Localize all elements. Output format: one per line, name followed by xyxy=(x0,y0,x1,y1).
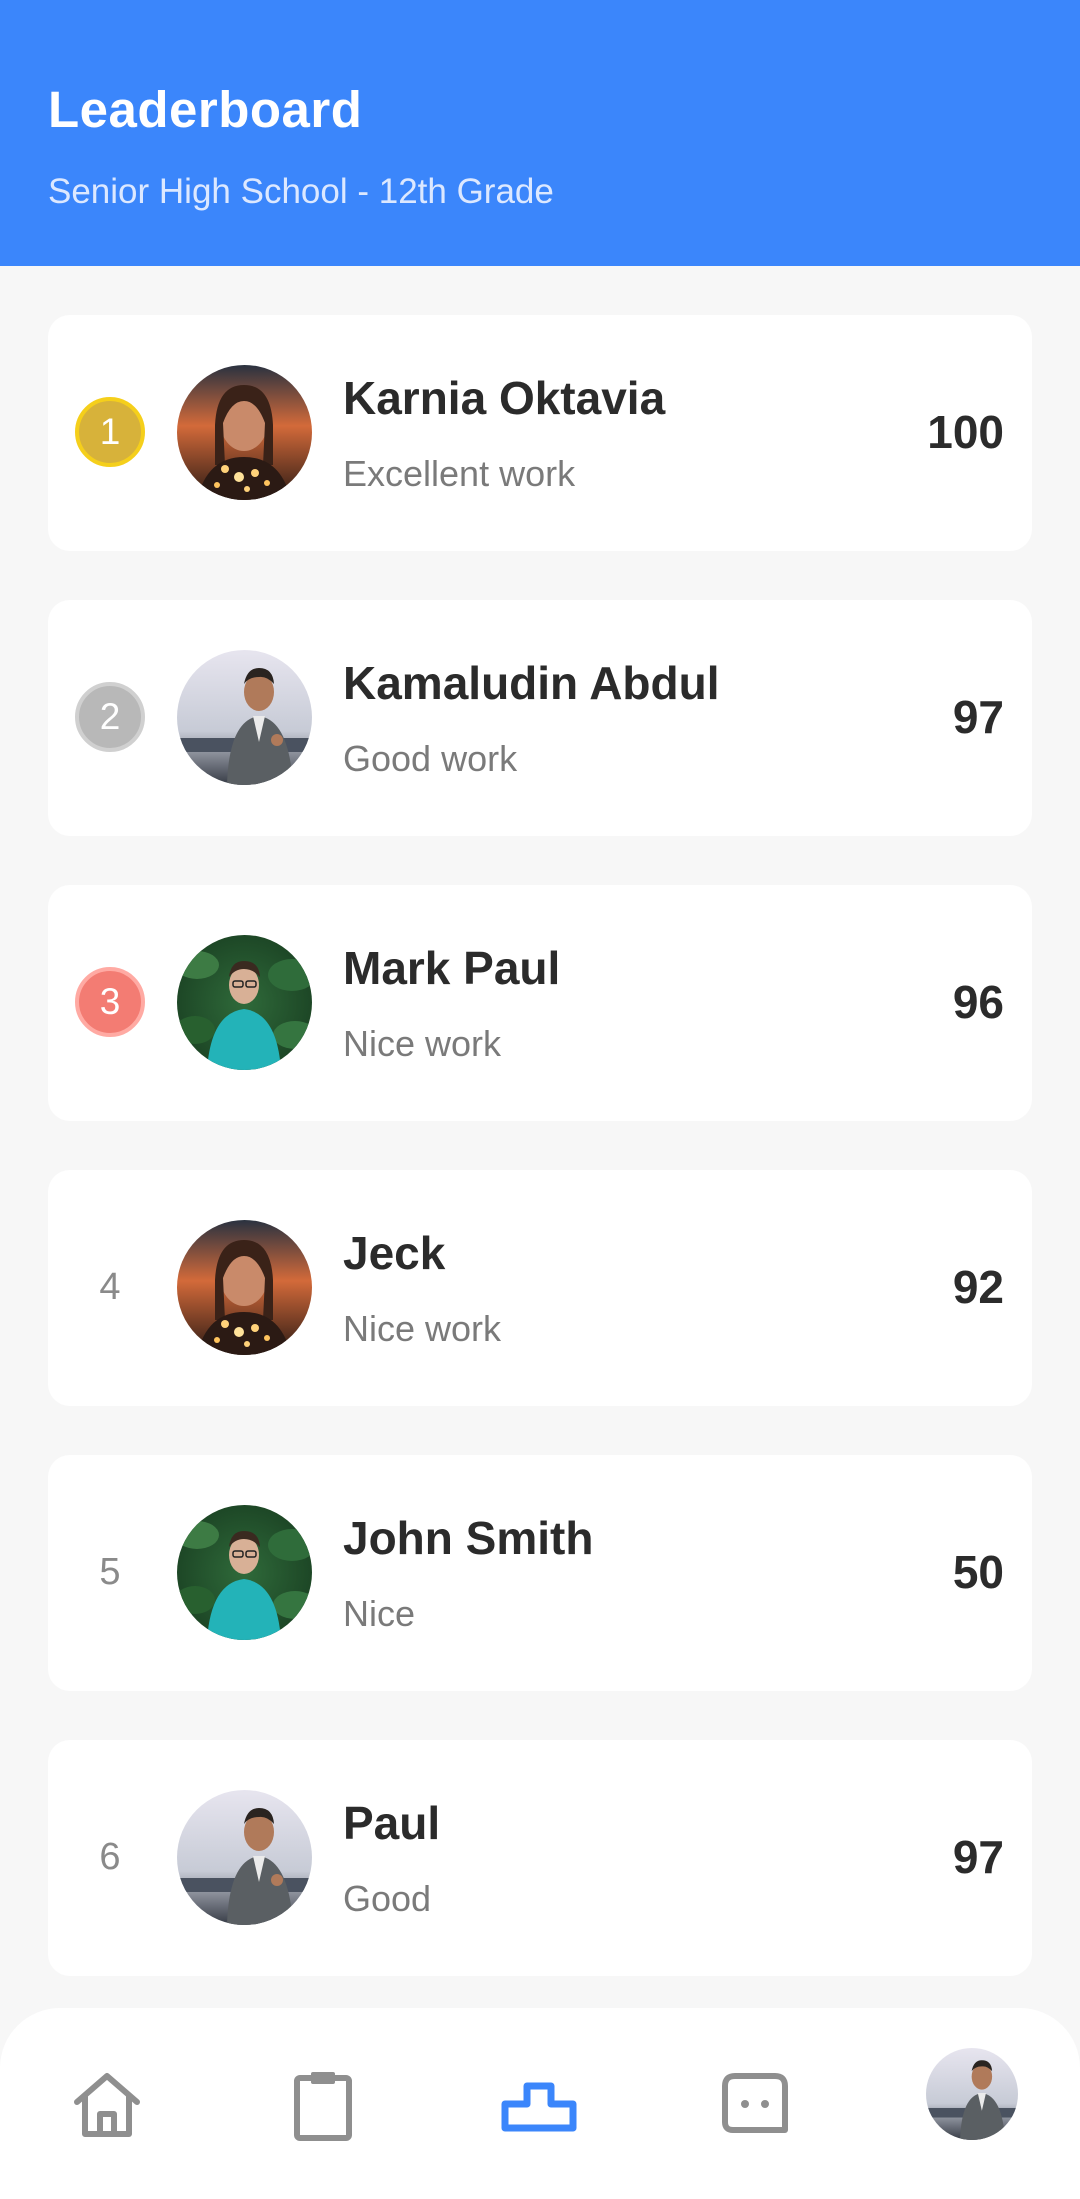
rank-number: 1 xyxy=(99,411,121,452)
rank-badge-bronze: 3 xyxy=(75,967,145,1037)
rank-number-plain: 4 xyxy=(75,1252,145,1322)
student-score: 96 xyxy=(952,976,1004,1028)
student-comment: Good work xyxy=(343,738,518,779)
student-score: 100 xyxy=(927,406,1004,458)
student-name: Kamaludin Abdul xyxy=(343,657,720,709)
avatar xyxy=(177,1790,312,1925)
podium-icon xyxy=(501,2082,577,2132)
student-name: Jeck xyxy=(343,1227,446,1279)
student-score: 92 xyxy=(952,1261,1004,1313)
rank-number: 2 xyxy=(99,696,121,737)
nav-home[interactable] xyxy=(59,2056,155,2152)
leaderboard-row[interactable]: 3 Mark Paul Nice work 96 xyxy=(48,885,1032,1121)
nav-tasks[interactable] xyxy=(275,2056,371,2152)
clipboard-icon xyxy=(294,2072,352,2141)
page-title: Leaderboard xyxy=(48,81,363,138)
rank-number: 5 xyxy=(99,1550,121,1593)
rank-number: 6 xyxy=(99,1835,121,1878)
home-icon xyxy=(74,2073,140,2137)
student-name: Paul xyxy=(343,1797,441,1849)
student-score: 97 xyxy=(952,691,1004,743)
avatar xyxy=(177,1220,312,1355)
leaderboard-row[interactable]: 1 Karnia Oktavia Excellent work 100 xyxy=(48,315,1032,551)
nav-leaderboard[interactable] xyxy=(491,2056,587,2152)
rank-number-plain: 5 xyxy=(75,1537,145,1607)
profile-avatar[interactable] xyxy=(926,2048,1018,2140)
student-comment: Nice xyxy=(343,1593,416,1634)
student-name: Mark Paul xyxy=(343,942,561,994)
student-comment: Nice work xyxy=(343,1023,502,1064)
student-score: 50 xyxy=(952,1546,1004,1598)
student-name: John Smith xyxy=(343,1512,594,1564)
bottom-navigation xyxy=(0,2008,1080,2199)
rank-badge-gold: 1 xyxy=(75,397,145,467)
rank-number: 3 xyxy=(99,981,121,1022)
nav-chat[interactable] xyxy=(707,2056,803,2152)
rank-number-plain: 6 xyxy=(75,1822,145,1892)
avatar xyxy=(177,1505,312,1640)
student-comment: Nice work xyxy=(343,1308,502,1349)
avatar xyxy=(177,650,312,785)
student-score: 97 xyxy=(952,1831,1004,1883)
rank-number: 4 xyxy=(99,1265,121,1308)
leaderboard-row[interactable]: 2 Kamaludin Abdul Good work 97 xyxy=(48,600,1032,836)
app-header: Leaderboard Senior High School - 12th Gr… xyxy=(0,0,1080,266)
leaderboard-row[interactable]: 5 John Smith Nice 50 xyxy=(48,1455,1032,1691)
leaderboard-row[interactable]: 6 Paul Good 97 xyxy=(48,1740,1032,1976)
leaderboard-row[interactable]: 4 Jeck Nice work 92 xyxy=(48,1170,1032,1406)
student-comment: Good xyxy=(343,1878,432,1919)
rank-badge-silver: 2 xyxy=(75,682,145,752)
avatar xyxy=(177,935,312,1070)
page-subtitle: Senior High School - 12th Grade xyxy=(48,172,554,211)
chat-icon xyxy=(722,2073,788,2133)
student-name: Karnia Oktavia xyxy=(343,372,666,424)
student-comment: Excellent work xyxy=(343,453,576,494)
avatar xyxy=(177,365,312,500)
